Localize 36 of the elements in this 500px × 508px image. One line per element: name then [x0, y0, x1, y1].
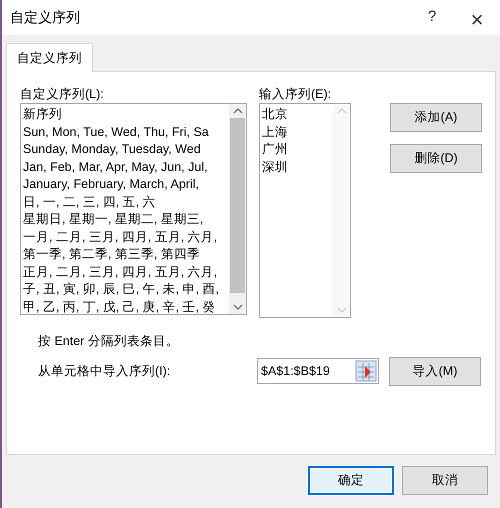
entry-line: 北京 — [262, 106, 289, 123]
list-item[interactable]: 甲, 乙, 丙, 丁, 戊, 己, 庚, 辛, 壬, 癸 — [23, 298, 229, 314]
help-button[interactable]: ? — [412, 2, 452, 32]
entry-line: 上海 — [262, 124, 289, 140]
list-item[interactable]: 第一季, 第二季, 第三季, 第四季 — [23, 246, 229, 264]
range-select-icon[interactable] — [355, 360, 377, 382]
import-button[interactable]: 导入(M) — [389, 356, 481, 386]
list-item[interactable]: 正月, 二月, 三月, 四月, 五月, 六月, — [23, 264, 229, 281]
add-button[interactable]: 添加(A) — [390, 103, 482, 132]
list-item[interactable]: Sun, Mon, Tue, Wed, Thu, Fri, Sa — [23, 124, 229, 141]
list-label: 自定义序列(L): — [20, 86, 105, 103]
tab[interactable]: 自定义序列 — [6, 43, 93, 72]
hint-text: 按 Enter 分隔列表条目。 — [38, 333, 180, 350]
list-item[interactable]: 一月, 二月, 三月, 四月, 五月, 六月, — [23, 228, 229, 246]
list-box[interactable] — [20, 103, 247, 315]
list-item[interactable]: 星期日, 星期一, 星期二, 星期三, — [23, 211, 229, 228]
scroll-up-icon — [336, 106, 346, 116]
list-item[interactable]: Jan, Feb, Mar, Apr, May, Jun, Jul, — [23, 158, 229, 176]
cancel-button[interactable]: 取消 — [402, 466, 488, 495]
entries-label: 输入序列(E): — [259, 86, 332, 103]
list-item[interactable]: Sunday, Monday, Tuesday, Wed — [23, 141, 229, 158]
ok-button[interactable]: 确定 — [308, 466, 394, 495]
entries-textarea[interactable]: 北京 上海 广州 深圳 — [259, 103, 351, 318]
entry-line: 深圳 — [262, 158, 289, 176]
scrollbar-thumb[interactable] — [230, 118, 245, 293]
list-item[interactable]: 新序列 — [23, 106, 229, 124]
window-title: 自定义序列 — [10, 8, 80, 27]
scroll-down-icon — [336, 305, 346, 315]
list-item[interactable]: 子, 丑, 寅, 卯, 辰, 巳, 午, 未, 申, 酉, — [23, 281, 229, 298]
delete-button[interactable]: 删除(D) — [390, 144, 482, 173]
import-label: 从单元格中导入序列(I): — [38, 362, 172, 380]
close-button[interactable]: × — [454, 2, 500, 32]
list-item[interactable]: January, February, March, April, — [23, 176, 229, 194]
entry-line: 广州 — [262, 141, 289, 158]
range-field[interactable]: $A$1:$B$19 — [257, 358, 379, 384]
list-item[interactable]: 日, 一, 二, 三, 四, 五, 六 — [23, 194, 229, 211]
